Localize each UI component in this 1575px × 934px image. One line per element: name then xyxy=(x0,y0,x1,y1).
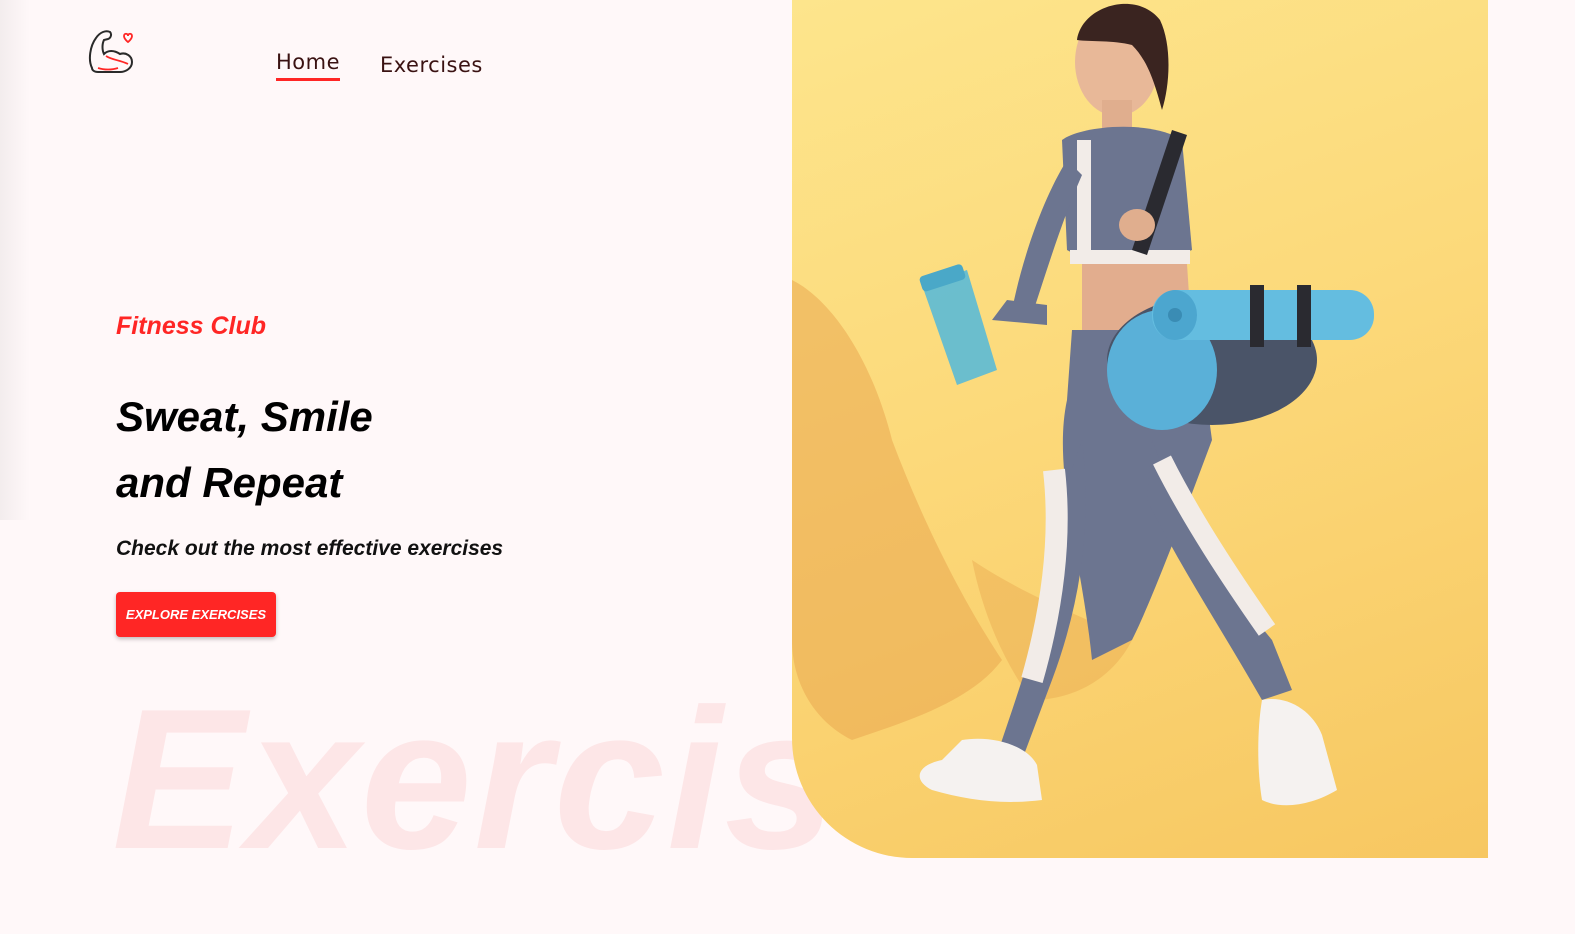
hero-headline-line2: and Repeat xyxy=(116,459,343,506)
hero-banner-image xyxy=(792,0,1488,858)
hero-subtext: Check out the most effective exercises xyxy=(116,537,504,560)
hero-headline: Sweat, Smile and Repeat xyxy=(116,384,373,516)
nav-home-link[interactable]: Home xyxy=(276,50,341,81)
explore-exercises-button[interactable]: EXPLORE EXERCISES xyxy=(116,592,276,637)
hero-headline-line1: Sweat, Smile xyxy=(116,393,373,440)
hero-eyebrow: Fitness Club xyxy=(116,312,267,340)
home-page: Home Exercises Fitness Club Sweat, Smile… xyxy=(0,0,1575,934)
gym-logo-icon[interactable] xyxy=(84,24,138,80)
left-edge-shade xyxy=(0,0,30,520)
nav-exercises-link[interactable]: Exercises xyxy=(380,53,483,77)
